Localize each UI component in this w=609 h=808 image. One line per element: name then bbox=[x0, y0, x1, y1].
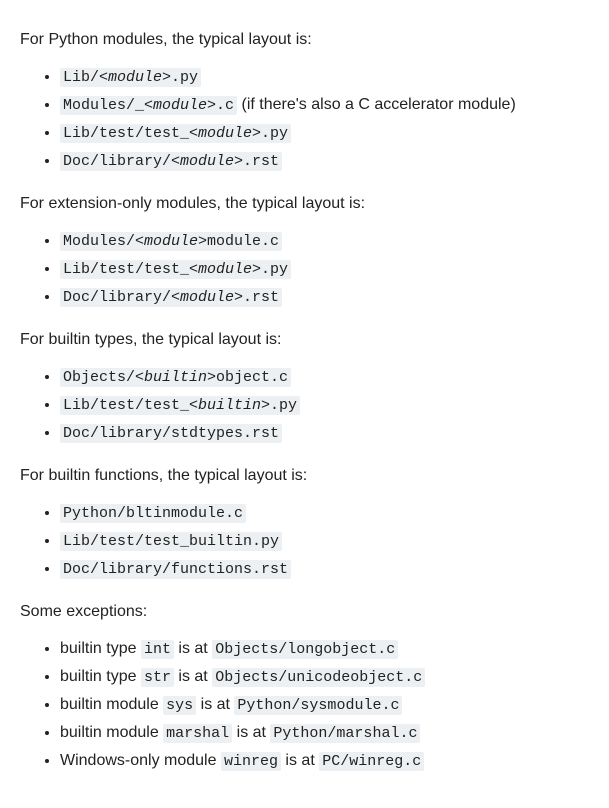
code-inline: int bbox=[141, 640, 174, 659]
path-post: .py bbox=[261, 261, 288, 278]
path-post: .py bbox=[171, 69, 198, 86]
path-list: Python/bltinmodule.c Lib/test/test_builti… bbox=[20, 500, 589, 582]
path-pre: Python/bltinmodule.c bbox=[63, 505, 243, 522]
path-placeholder: <module> bbox=[189, 125, 261, 142]
path-list: Objects/<builtin>object.cLib/test/test_<… bbox=[20, 364, 589, 446]
code-inline: winreg bbox=[221, 752, 281, 771]
path-list: Lib/<module>.pyModules/_<module>.c (if t… bbox=[20, 64, 589, 174]
exception-before: builtin type bbox=[60, 668, 141, 685]
path-trailing: (if there's also a C accelerator module) bbox=[237, 96, 516, 113]
code-path: Modules/<module>module.c bbox=[60, 232, 282, 251]
path-placeholder: <module> bbox=[171, 289, 243, 306]
section-intro: For builtin types, the typical layout is… bbox=[20, 328, 589, 352]
code-inline: marshal bbox=[163, 724, 232, 743]
list-item: Modules/_<module>.c (if there's also a C… bbox=[60, 92, 589, 118]
path-pre: Modules/_ bbox=[63, 97, 144, 114]
code-path: Modules/_<module>.c bbox=[60, 96, 237, 115]
code-inline: str bbox=[141, 668, 174, 687]
code-path: Doc/library/functions.rst bbox=[60, 560, 291, 579]
exception-mid: is at bbox=[174, 668, 212, 685]
code-path: Lib/test/test_<module>.py bbox=[60, 124, 291, 143]
path-post: .rst bbox=[243, 289, 279, 306]
path-placeholder: <builtin> bbox=[189, 397, 270, 414]
exceptions-list: builtin type int is at Objects/longobjec… bbox=[20, 636, 589, 774]
code-inline: PC/winreg.c bbox=[319, 752, 424, 771]
code-path: Lib/test/test_builtin.py bbox=[60, 532, 282, 551]
path-placeholder: <module> bbox=[135, 233, 207, 250]
code-inline: Objects/longobject.c bbox=[212, 640, 398, 659]
list-item: Lib/test/test_<module>.py bbox=[60, 256, 589, 282]
path-pre: Lib/ bbox=[63, 69, 99, 86]
path-pre: Doc/library/stdtypes.rst bbox=[63, 425, 279, 442]
code-path: Doc/library/<module>.rst bbox=[60, 152, 282, 171]
list-item: Windows-only module winreg is at PC/winr… bbox=[60, 748, 589, 774]
list-item: Python/bltinmodule.c bbox=[60, 500, 589, 526]
path-placeholder: <builtin> bbox=[135, 369, 216, 386]
exceptions-intro: Some exceptions: bbox=[20, 600, 589, 624]
list-item: Objects/<builtin>object.c bbox=[60, 364, 589, 390]
list-item: builtin module sys is at Python/sysmodul… bbox=[60, 692, 589, 718]
code-path: Doc/library/<module>.rst bbox=[60, 288, 282, 307]
list-item: Doc/library/stdtypes.rst bbox=[60, 420, 589, 446]
list-item: builtin type str is at Objects/unicodeob… bbox=[60, 664, 589, 690]
code-path: Python/bltinmodule.c bbox=[60, 504, 246, 523]
code-path: Objects/<builtin>object.c bbox=[60, 368, 291, 387]
section-intro: For extension-only modules, the typical … bbox=[20, 192, 589, 216]
code-inline: Python/sysmodule.c bbox=[234, 696, 402, 715]
path-pre: Lib/test/test_ bbox=[63, 125, 189, 142]
code-path: Doc/library/stdtypes.rst bbox=[60, 424, 282, 443]
path-list: Modules/<module>module.cLib/test/test_<m… bbox=[20, 228, 589, 310]
exception-before: Windows-only module bbox=[60, 752, 221, 769]
path-pre: Modules/ bbox=[63, 233, 135, 250]
exception-before: builtin module bbox=[60, 724, 163, 741]
code-path: Lib/<module>.py bbox=[60, 68, 201, 87]
list-item: Doc/library/<module>.rst bbox=[60, 284, 589, 310]
section-intro: For builtin functions, the typical layou… bbox=[20, 464, 589, 488]
path-post: .c bbox=[216, 97, 234, 114]
exception-mid: is at bbox=[174, 640, 212, 657]
code-inline: Objects/unicodeobject.c bbox=[212, 668, 425, 687]
path-placeholder: <module> bbox=[144, 97, 216, 114]
code-inline: sys bbox=[163, 696, 196, 715]
path-pre: Lib/test/test_ bbox=[63, 261, 189, 278]
exception-mid: is at bbox=[232, 724, 270, 741]
code-path: Lib/test/test_<builtin>.py bbox=[60, 396, 300, 415]
list-item: Lib/test/test_<builtin>.py bbox=[60, 392, 589, 418]
list-item: Doc/library/<module>.rst bbox=[60, 148, 589, 174]
path-pre: Lib/test/test_ bbox=[63, 397, 189, 414]
path-post: .rst bbox=[243, 153, 279, 170]
path-post: .py bbox=[261, 125, 288, 142]
list-item: builtin module marshal is at Python/mars… bbox=[60, 720, 589, 746]
list-item: Doc/library/functions.rst bbox=[60, 556, 589, 582]
path-pre: Lib/test/test_builtin.py bbox=[63, 533, 279, 550]
list-item: builtin type int is at Objects/longobjec… bbox=[60, 636, 589, 662]
path-pre: Doc/library/functions.rst bbox=[63, 561, 288, 578]
list-item: Lib/<module>.py bbox=[60, 64, 589, 90]
code-path: Lib/test/test_<module>.py bbox=[60, 260, 291, 279]
exception-before: builtin module bbox=[60, 696, 163, 713]
path-placeholder: <module> bbox=[171, 153, 243, 170]
list-item: Lib/test/test_builtin.py bbox=[60, 528, 589, 554]
document-body: For Python modules, the typical layout i… bbox=[20, 28, 589, 774]
path-post: module.c bbox=[207, 233, 279, 250]
code-inline: Python/marshal.c bbox=[270, 724, 420, 743]
list-item: Lib/test/test_<module>.py bbox=[60, 120, 589, 146]
path-post: .py bbox=[270, 397, 297, 414]
path-placeholder: <module> bbox=[99, 69, 171, 86]
path-placeholder: <module> bbox=[189, 261, 261, 278]
section-intro: For Python modules, the typical layout i… bbox=[20, 28, 589, 52]
exception-mid: is at bbox=[281, 752, 319, 769]
path-pre: Doc/library/ bbox=[63, 153, 171, 170]
path-post: object.c bbox=[216, 369, 288, 386]
list-item: Modules/<module>module.c bbox=[60, 228, 589, 254]
path-pre: Doc/library/ bbox=[63, 289, 171, 306]
exception-before: builtin type bbox=[60, 640, 141, 657]
path-pre: Objects/ bbox=[63, 369, 135, 386]
exception-mid: is at bbox=[196, 696, 234, 713]
